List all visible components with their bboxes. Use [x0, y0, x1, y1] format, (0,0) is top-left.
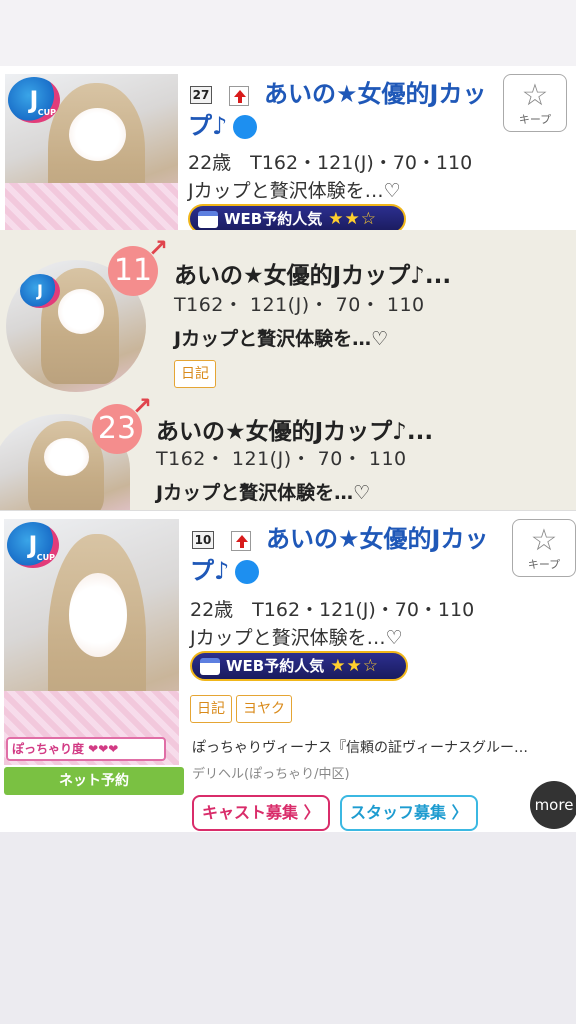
- verified-icon: ✓: [235, 560, 324, 584]
- jcup-logo: J: [20, 274, 60, 308]
- star-icon: ☆: [521, 78, 549, 113]
- photo-face-blur: [44, 438, 90, 476]
- catch-copy: Jカップと贅沢体験を…♡: [156, 482, 371, 504]
- catch-copy: Jカップと贅沢体験を…♡: [190, 627, 403, 649]
- girl-specs: T162・ 121(J)・ 70・ 110: [156, 448, 407, 470]
- jcup-logo: J CUP: [8, 77, 60, 123]
- girl-name[interactable]: あいの★女優的Jカップ♪ ✓: [190, 523, 502, 587]
- girl-card-1[interactable]: J CUP 27 あいの★女優的Jカップ♪ ✓ ☆ キープ 22歳 T162・121…: [0, 66, 576, 234]
- web-badge-label: WEB予約人気: [224, 210, 323, 228]
- pocha-level-bar: ぽっちゃり度 ❤❤❤: [6, 737, 166, 761]
- girl-specs: 22歳 T162・121(J)・70・110: [188, 152, 473, 174]
- keep-button[interactable]: ☆ キープ: [512, 519, 576, 577]
- star-icon: ☆: [530, 523, 558, 558]
- photo-face-blur: [57, 289, 104, 334]
- web-reservation-badge: WEB予約人気 ★★☆: [190, 651, 408, 681]
- girl-specs: T162・ 121(J)・ 70・ 110: [174, 294, 425, 316]
- girl-name[interactable]: あいの★女優的Jカップ♪...: [156, 412, 433, 446]
- girl-photo[interactable]: J CUP: [5, 74, 178, 230]
- catch-copy: Jカップと贅沢体験を…♡: [188, 180, 401, 202]
- more-button[interactable]: more: [530, 781, 576, 829]
- rank-number: 23: [97, 411, 137, 446]
- keep-label: キープ: [518, 113, 552, 126]
- top-bar: [0, 0, 576, 66]
- verified-icon: ✓: [233, 115, 322, 139]
- staff-recruit-button[interactable]: スタッフ募集 〉: [340, 795, 478, 831]
- rating-stars: ★★☆: [330, 656, 379, 676]
- diary-tag[interactable]: 日記: [174, 360, 216, 388]
- catch-copy: Jカップと贅沢体験を…♡: [174, 328, 389, 350]
- jcup-logo-sub: CUP: [37, 108, 56, 117]
- rank-circle: 23 ↗: [92, 394, 152, 454]
- photo-sweater: [5, 183, 178, 230]
- jcup-logo-sub: CUP: [36, 553, 55, 562]
- jcup-logo-letter: J: [37, 281, 43, 300]
- girl-name[interactable]: あいの★女優的Jカップ♪...: [174, 256, 451, 290]
- keep-button[interactable]: ☆ キープ: [503, 74, 567, 132]
- shop-area: デリヘル(ぽっちゃり/中区): [192, 767, 350, 782]
- rank-up-arrow-icon: ↗: [147, 234, 168, 262]
- rating-stars: ★★☆: [328, 209, 377, 229]
- ranking-overlay: J 11 ↗ あいの★女優的Jカップ♪... T162・ 121(J)・ 70・…: [0, 230, 576, 524]
- girl-name[interactable]: あいの★女優的Jカップ♪ ✓: [188, 78, 498, 142]
- cast-recruit-button[interactable]: キャスト募集 〉: [192, 795, 330, 831]
- shop-name[interactable]: ぽっちゃりヴィーナス『信頼の証ヴィーナスグルー…: [192, 737, 570, 757]
- ranking-item-1[interactable]: J 11 ↗ あいの★女優的Jカップ♪... T162・ 121(J)・ 70・…: [0, 230, 576, 402]
- web-badge-label: WEB予約人気: [226, 657, 325, 675]
- jcup-logo: J CUP: [7, 522, 59, 568]
- diary-tag[interactable]: 日記: [190, 695, 232, 723]
- calendar-icon: [198, 211, 218, 228]
- girl-specs: 22歳 T162・121(J)・70・110: [190, 599, 475, 621]
- girl-photo[interactable]: J CUP ぽっちゃり度 ❤❤❤: [4, 519, 179, 765]
- net-reservation-button[interactable]: ネット予約: [4, 767, 184, 795]
- photo-face-blur: [68, 573, 127, 657]
- girl-card-2[interactable]: J CUP ぽっちゃり度 ❤❤❤ 10 あいの★女優的Jカップ♪ ✓ ☆ キープ 2…: [0, 510, 576, 832]
- yoyaku-tag[interactable]: ヨヤク: [236, 695, 292, 723]
- rank-circle: 11 ↗: [108, 236, 168, 296]
- keep-label: キープ: [527, 558, 561, 571]
- calendar-icon: [200, 658, 220, 675]
- ranking-item-2[interactable]: 23 ↗ あいの★女優的Jカップ♪... T162・ 121(J)・ 70・ 1…: [0, 394, 576, 524]
- rank-number: 11: [113, 253, 153, 288]
- rank-up-arrow-icon: ↗: [131, 392, 152, 420]
